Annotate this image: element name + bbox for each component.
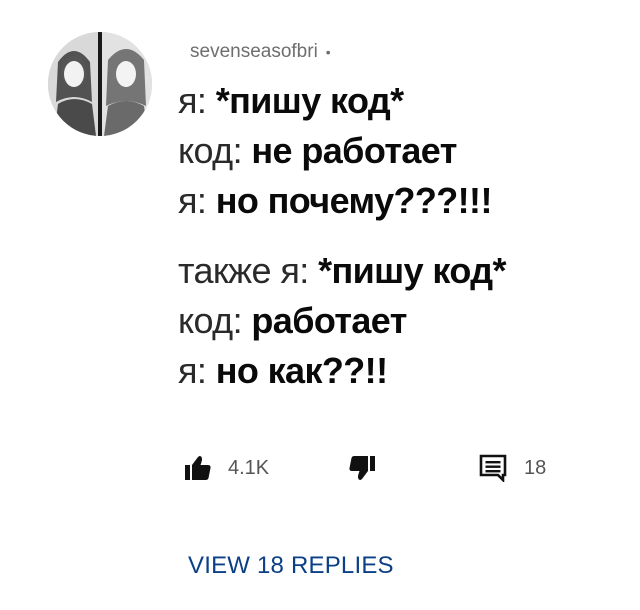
- comment-body: я: *пишу код* код: не работает я: но поч…: [178, 76, 618, 396]
- line-speaker: я:: [178, 350, 207, 391]
- line-text: но как??!!: [215, 350, 388, 391]
- comment-line: код: не работает: [178, 126, 618, 176]
- comment-line: я: но почему???!!!: [178, 176, 618, 226]
- line-text: *пишу код*: [318, 250, 506, 291]
- view-replies-link[interactable]: VIEW 18 REPLIES: [188, 552, 394, 580]
- comment-line: я: *пишу код*: [178, 76, 618, 126]
- line-speaker: также я:: [178, 250, 309, 291]
- author-separator: •: [325, 44, 331, 60]
- line-text: работает: [251, 300, 407, 341]
- comment-card: sevenseasofbri • я: *пишу код* код: не р…: [0, 0, 640, 610]
- comment-line: код: работает: [178, 296, 618, 346]
- comment-header: sevenseasofbri •: [190, 40, 331, 64]
- reply-count: 18: [524, 456, 547, 479]
- comment-line: также я: *пишу код*: [178, 246, 618, 296]
- avatar[interactable]: [48, 32, 152, 136]
- dislike-button[interactable]: [348, 448, 376, 488]
- line-text: не работает: [251, 130, 457, 171]
- like-button[interactable]: 4.1K: [184, 448, 269, 488]
- line-speaker: код:: [178, 130, 243, 171]
- line-speaker: я:: [178, 180, 207, 221]
- line-speaker: код:: [178, 300, 243, 341]
- comment-icon: [479, 454, 507, 482]
- line-text: *пишу код*: [215, 80, 404, 121]
- thumbs-up-icon: [185, 456, 211, 480]
- line-speaker: я:: [178, 80, 207, 121]
- comment-actions: 4.1K 18: [184, 448, 604, 488]
- comment-line: я: но как??!!: [178, 346, 618, 396]
- thumbs-down-icon: [349, 456, 375, 480]
- reply-button[interactable]: 18: [478, 448, 546, 488]
- author-name[interactable]: sevenseasofbri: [190, 41, 318, 63]
- like-count: 4.1K: [228, 456, 270, 479]
- avatar-image: [48, 32, 152, 136]
- line-text: но почему???!!!: [215, 180, 493, 221]
